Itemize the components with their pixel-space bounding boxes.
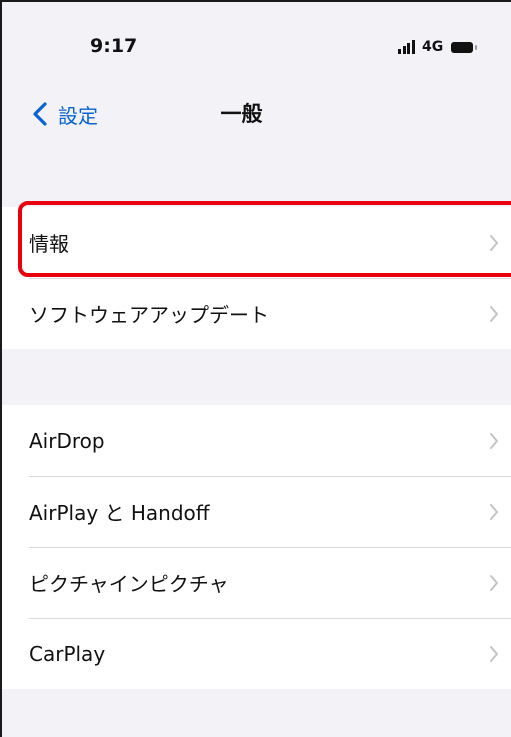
row-label: CarPlay (29, 641, 106, 666)
settings-row-about[interactable]: 情報 (2, 207, 511, 278)
row-label: 情報 (29, 232, 69, 256)
settings-row-carplay[interactable]: CarPlay (2, 618, 511, 689)
settings-row-picture-in-picture[interactable]: ピクチャインピクチャ (2, 547, 511, 618)
settings-group-1: 情報 ソフトウェアアップデート (2, 207, 511, 349)
navigation-bar: 一般 設定 (2, 90, 511, 138)
network-type: 4G (422, 39, 444, 55)
row-label: ピクチャインピクチャ (29, 572, 229, 596)
row-label: AirDrop (29, 428, 105, 453)
status-bar: 9:17 4G (2, 2, 511, 90)
settings-group-2: AirDrop AirPlay と Handoff ピクチャインピクチャ Car… (2, 405, 511, 689)
chevron-right-icon (490, 305, 498, 322)
cellular-signal-icon (398, 40, 416, 54)
chevron-right-icon (490, 645, 498, 662)
phone-screen: 9:17 4G 一般 設定 情報 ソフトウェアアップデート AirDrop Ai… (0, 0, 511, 737)
chevron-right-icon (490, 432, 498, 449)
settings-row-airplay-handoff[interactable]: AirPlay と Handoff (2, 476, 511, 547)
row-label: ソフトウェアアップデート (29, 303, 269, 327)
settings-row-software-update[interactable]: ソフトウェアアップデート (2, 278, 511, 349)
chevron-left-icon (33, 102, 47, 126)
status-indicators: 4G (398, 38, 478, 56)
status-time: 9:17 (90, 35, 138, 57)
chevron-right-icon (490, 234, 498, 251)
chevron-right-icon (490, 503, 498, 520)
back-button[interactable]: 設定 (30, 98, 98, 130)
back-button-label: 設定 (58, 103, 98, 128)
row-label: AirPlay と Handoff (29, 501, 210, 525)
settings-row-airdrop[interactable]: AirDrop (2, 405, 511, 476)
chevron-right-icon (490, 574, 498, 591)
battery-icon (451, 41, 478, 53)
